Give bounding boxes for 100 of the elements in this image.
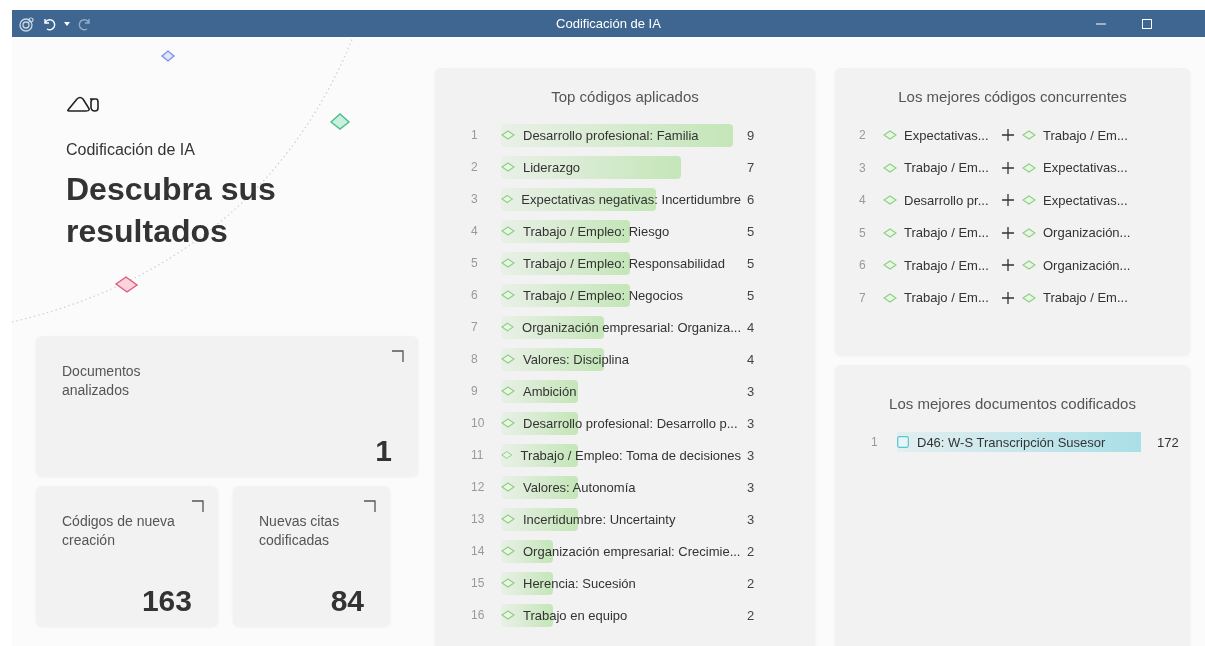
code-name[interactable]: Trabajo / Empleo: Responsabilidad (523, 255, 725, 271)
code-name[interactable]: Expectativas negativas: Incertidumbre (521, 191, 741, 207)
undo-icon[interactable] (42, 16, 56, 31)
code-name[interactable]: Incertidumbre: Uncertainty (523, 511, 676, 527)
code-name[interactable]: Trabajo / Em... (904, 290, 994, 306)
code-name[interactable]: Trabajo / Em... (904, 225, 994, 241)
code-icon (1022, 292, 1036, 303)
stat-value: 84 (330, 584, 364, 619)
stat-card[interactable]: Nuevas citas codificadas 84 (233, 486, 390, 626)
plus-icon (1002, 226, 1014, 239)
headline: Descubra sus resultados (66, 170, 277, 251)
code-icon (1022, 130, 1036, 141)
logo-icon (66, 95, 102, 113)
code-name[interactable]: Expectativas... (1043, 160, 1133, 176)
code-icon (883, 195, 897, 206)
code-name[interactable]: Desarrollo profesional: Desarrollo p... (523, 415, 738, 431)
rank-number: 15 (471, 576, 486, 590)
plus-icon (1002, 259, 1014, 272)
rank-number: 6 (471, 288, 479, 302)
code-icon (501, 418, 515, 428)
rank-number: 4 (859, 193, 867, 208)
code-icon (1022, 227, 1036, 238)
code-icon (501, 258, 515, 268)
code-name[interactable]: Trabajo / Em... (904, 257, 994, 273)
rank-number: 2 (859, 128, 867, 143)
rank-number: 2 (471, 160, 479, 174)
code-name[interactable]: Valores: Disciplina (523, 351, 629, 367)
count: 7 (747, 159, 755, 175)
count: 3 (747, 383, 755, 399)
rank-number: 5 (471, 256, 479, 270)
code-name[interactable]: Valores: Autonomía (523, 479, 636, 495)
code-icon (501, 482, 515, 492)
code-name[interactable]: Desarrollo profesional: Familia (523, 127, 699, 143)
rank-number: 6 (859, 258, 867, 273)
code-name[interactable]: Trabajo / Em... (904, 160, 994, 176)
stat-card[interactable]: Documentos analizados 1 (36, 336, 418, 476)
code-name[interactable]: Expectativas... (904, 127, 994, 143)
code-name[interactable]: Organización... (1043, 257, 1133, 273)
code-icon (1022, 260, 1036, 271)
code-name[interactable]: Trabajo / Empleo: Riesgo (523, 223, 670, 239)
rank-number: 16 (471, 608, 486, 622)
code-name[interactable]: Trabajo / Em... (1043, 290, 1133, 306)
plus-icon (1002, 291, 1014, 304)
count: 5 (747, 287, 755, 303)
rank-number: 8 (471, 352, 479, 366)
target-icon[interactable] (18, 15, 34, 32)
rank-number: 5 (859, 225, 867, 240)
count: 2 (747, 543, 755, 559)
count: 2 (747, 575, 755, 591)
maximize-icon[interactable] (1141, 17, 1153, 30)
rank-number: 10 (471, 416, 486, 430)
caret-icon[interactable] (64, 21, 70, 26)
code-icon (501, 610, 515, 620)
code-name[interactable]: Trabajo / Empleo: Toma de decisiones (520, 447, 741, 463)
code-icon (883, 227, 897, 238)
count: 5 (747, 223, 755, 239)
code-name[interactable]: Herencia: Sucesión (523, 575, 636, 591)
card-title: Los mejores códigos concurrentes (898, 88, 1127, 105)
code-name[interactable]: Liderazgo (523, 159, 581, 175)
code-name[interactable]: Organización empresarial: Organiza... (522, 319, 741, 335)
code-icon (501, 514, 515, 524)
stat-label: Nuevas citas codificadas (259, 512, 341, 550)
code-icon (501, 546, 515, 556)
code-icon (1022, 162, 1036, 173)
code-name[interactable]: Ambición (523, 383, 577, 399)
count: 172 (1157, 434, 1179, 450)
count: 3 (747, 415, 755, 431)
rank-number: 12 (471, 480, 486, 494)
stat-card[interactable]: Códigos de nueva creación 163 (36, 486, 218, 626)
code-icon (501, 194, 514, 204)
code-name[interactable]: Organización empresarial: Crecimie... (523, 543, 741, 559)
code-name[interactable]: Desarrollo pr... (904, 192, 994, 208)
document-name[interactable]: D46: W-S Transcripción Susesor (917, 434, 1106, 450)
expand-corner-icon[interactable] (192, 500, 204, 512)
count: 6 (747, 191, 755, 207)
count: 5 (747, 255, 755, 271)
plus-icon (1002, 129, 1014, 142)
count: 4 (747, 351, 755, 367)
stat-value: 163 (141, 584, 192, 619)
code-icon (501, 450, 513, 460)
code-name[interactable]: Organización... (1043, 225, 1133, 241)
rank-number: 11 (471, 448, 485, 462)
stat-label: Códigos de nueva creación (62, 512, 176, 550)
card-title: Top códigos aplicados (551, 88, 699, 105)
code-icon (883, 260, 897, 271)
code-name[interactable]: Expectativas... (1043, 192, 1133, 208)
window-title: Codificación de IA (556, 16, 661, 31)
code-icon (883, 130, 897, 141)
rank-number: 3 (471, 192, 479, 206)
code-name[interactable]: Trabajo / Empleo: Negocios (523, 287, 683, 303)
diamond-icon (114, 276, 139, 293)
count: 9 (747, 127, 755, 143)
code-name[interactable]: Trabajo / Em... (1043, 127, 1133, 143)
code-name[interactable]: Trabajo en equipo (523, 607, 628, 623)
rank-number: 1 (871, 435, 879, 449)
code-icon (501, 162, 515, 172)
code-icon (501, 322, 515, 332)
rank-number: 4 (471, 224, 479, 238)
expand-corner-icon[interactable] (364, 500, 376, 512)
expand-corner-icon[interactable] (392, 350, 404, 362)
